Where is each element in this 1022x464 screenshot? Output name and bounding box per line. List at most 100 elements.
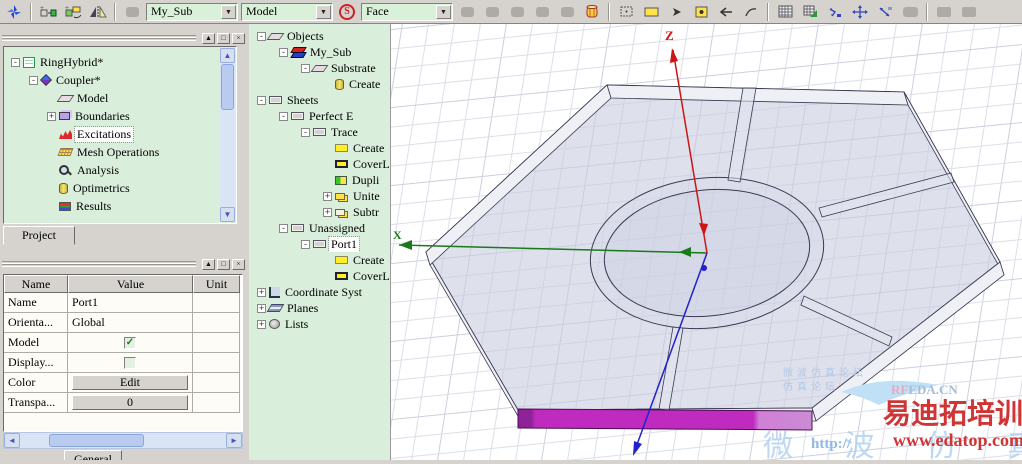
scroll-thumb[interactable] bbox=[221, 64, 234, 110]
chevron-down-icon[interactable]: ▼ bbox=[436, 4, 451, 19]
pin-up-icon[interactable]: ▲ bbox=[202, 32, 215, 44]
tab-project[interactable]: Project bbox=[3, 226, 75, 245]
checkbox-checked[interactable]: ✓ bbox=[124, 336, 136, 349]
fill-grid-icon[interactable] bbox=[799, 2, 821, 22]
tree-item-sheets[interactable]: - Sheets bbox=[249, 92, 390, 108]
material-barrel-icon[interactable] bbox=[581, 2, 603, 22]
arc-icon[interactable] bbox=[740, 2, 762, 22]
maximize-icon[interactable]: □ bbox=[217, 258, 230, 270]
tree-item-lists[interactable]: + Lists bbox=[249, 316, 390, 332]
object-combo[interactable]: My_Sub ▼ bbox=[146, 2, 238, 21]
tree-item-create[interactable]: Create bbox=[249, 252, 390, 268]
tab-general[interactable]: General bbox=[64, 450, 122, 460]
point-select-icon[interactable] bbox=[690, 2, 712, 22]
expand-icon[interactable]: + bbox=[323, 191, 332, 201]
tree-item-unassigned[interactable]: - Unassigned bbox=[249, 220, 390, 236]
tree-item-coordinate-syst[interactable]: + Coordinate Syst bbox=[249, 284, 390, 300]
properties-hscrollbar[interactable]: ◄ ► bbox=[3, 432, 243, 449]
project-panel-titlebar[interactable]: ▲ □ × bbox=[2, 32, 245, 44]
wave-port[interactable] bbox=[517, 408, 813, 431]
tree-item-port1[interactable]: - Port1 bbox=[249, 236, 390, 252]
tree-item-trace[interactable]: - Trace bbox=[249, 124, 390, 140]
tree-item-mesh-operations[interactable]: Mesh Operations bbox=[5, 143, 220, 161]
move-all-icon[interactable] bbox=[849, 2, 871, 22]
tree-item-analysis[interactable]: Analysis bbox=[5, 161, 220, 179]
collapse-icon[interactable]: - bbox=[301, 239, 310, 249]
move-xy-icon[interactable] bbox=[824, 2, 846, 22]
select-region-icon[interactable] bbox=[615, 2, 637, 22]
maximize-icon[interactable]: □ bbox=[217, 32, 230, 44]
tree-item-coverl[interactable]: CoverL bbox=[249, 268, 390, 284]
edit-button[interactable]: Edit bbox=[72, 375, 188, 390]
tree-item-objects[interactable]: - Objects bbox=[249, 28, 390, 44]
scroll-up-icon[interactable]: ▲ bbox=[220, 48, 235, 63]
scroll-down-icon[interactable]: ▼ bbox=[220, 207, 235, 222]
scroll-right-icon[interactable]: ► bbox=[226, 433, 242, 448]
collapse-icon[interactable]: - bbox=[301, 63, 310, 73]
modeler-viewport[interactable]: X Z 微波仿真论坛 仿真论坛 微 波 仿 真 http:// RFEDA.CN… bbox=[280, 0, 1022, 464]
duplicate-mesh-icon[interactable]: + bbox=[62, 2, 84, 22]
collapse-icon[interactable]: - bbox=[301, 127, 310, 137]
app-logo-icon[interactable] bbox=[3, 2, 25, 22]
grid-settings-icon[interactable] bbox=[774, 2, 796, 22]
collapse-icon[interactable]: - bbox=[257, 95, 266, 105]
collapse-icon[interactable]: - bbox=[257, 31, 266, 41]
expand-icon[interactable]: + bbox=[257, 303, 266, 313]
draw-rect-icon[interactable] bbox=[640, 2, 662, 22]
select-entity-combo[interactable]: Face ▼ bbox=[361, 2, 453, 21]
expand-icon[interactable]: + bbox=[257, 287, 266, 297]
tree-item-optimetrics[interactable]: Optimetrics bbox=[5, 179, 220, 197]
main-toolbar: + + My_Sub ▼ Model ▼ S Face ▼ bbox=[0, 0, 1022, 24]
checkbox-unchecked[interactable] bbox=[124, 356, 136, 369]
boundaries-icon bbox=[59, 112, 70, 120]
back-arrow-icon[interactable] bbox=[715, 2, 737, 22]
tree-item-unite[interactable]: + Unite bbox=[249, 188, 390, 204]
tree-item-subtr[interactable]: + Subtr bbox=[249, 204, 390, 220]
scroll-thumb[interactable] bbox=[49, 434, 144, 447]
collapse-icon[interactable]: - bbox=[279, 111, 288, 121]
tree-item-dupli[interactable]: Dupli bbox=[249, 172, 390, 188]
0-button[interactable]: 0 bbox=[72, 395, 188, 410]
mirror-icon[interactable] bbox=[87, 2, 109, 22]
collapse-icon[interactable]: - bbox=[279, 47, 288, 57]
tree-item-perfect-e[interactable]: - Perfect E bbox=[249, 108, 390, 124]
tree-label: Coordinate Syst bbox=[285, 284, 362, 299]
3d-scene[interactable]: X Z 微波仿真论坛 仿真论坛 微 波 仿 真 http:// RFEDA.CN… bbox=[280, 0, 1022, 464]
chevron-down-icon[interactable]: ▼ bbox=[316, 4, 331, 19]
drag-grip[interactable] bbox=[2, 35, 196, 41]
collapse-icon[interactable]: - bbox=[11, 57, 20, 67]
expand-icon[interactable]: + bbox=[257, 319, 266, 329]
project-tree-scrollbar[interactable]: ▲ ▼ bbox=[220, 48, 235, 222]
select-arrow-icon[interactable] bbox=[665, 2, 687, 22]
tree-item-create[interactable]: Create bbox=[249, 140, 390, 156]
tree-item-planes[interactable]: + Planes bbox=[249, 300, 390, 316]
tree-item-coverl[interactable]: CoverL bbox=[249, 156, 390, 172]
close-icon[interactable]: × bbox=[232, 32, 245, 44]
collapse-icon[interactable]: - bbox=[29, 75, 38, 85]
move-z-icon[interactable] bbox=[874, 2, 896, 22]
tree-item-model[interactable]: Model bbox=[5, 89, 220, 107]
close-icon[interactable]: × bbox=[232, 258, 245, 270]
tree-item-create[interactable]: Create bbox=[249, 76, 390, 92]
properties-panel-titlebar[interactable]: ▲ □ × bbox=[2, 258, 245, 270]
collapse-icon[interactable]: - bbox=[279, 223, 288, 233]
view-mode-combo[interactable]: Model ▼ bbox=[241, 2, 333, 21]
selection-s-icon[interactable]: S bbox=[336, 2, 358, 22]
tree-item-substrate[interactable]: - Substrate bbox=[249, 60, 390, 76]
scroll-left-icon[interactable]: ◄ bbox=[4, 433, 20, 448]
tree-item-boundaries[interactable]: + Boundaries bbox=[5, 107, 220, 125]
tree-item-ringhybrid[interactable]: - RingHybrid* bbox=[5, 53, 220, 71]
tree-item-results[interactable]: Results bbox=[5, 197, 220, 215]
expand-icon[interactable]: + bbox=[323, 207, 332, 217]
tree-item-my-sub[interactable]: - My_Sub bbox=[249, 44, 390, 60]
disabled-tool-icon bbox=[506, 2, 528, 22]
duplicate-boundary-icon[interactable]: + bbox=[37, 2, 59, 22]
drag-grip[interactable] bbox=[2, 261, 196, 267]
tree-item-coupler[interactable]: - Coupler* bbox=[5, 71, 220, 89]
tree-item-excitations[interactable]: Excitations bbox=[5, 125, 220, 143]
chevron-down-icon[interactable]: ▼ bbox=[221, 4, 236, 19]
pin-up-icon[interactable]: ▲ bbox=[202, 258, 215, 270]
sheet-icon bbox=[291, 112, 304, 120]
expand-icon[interactable]: + bbox=[47, 111, 56, 121]
